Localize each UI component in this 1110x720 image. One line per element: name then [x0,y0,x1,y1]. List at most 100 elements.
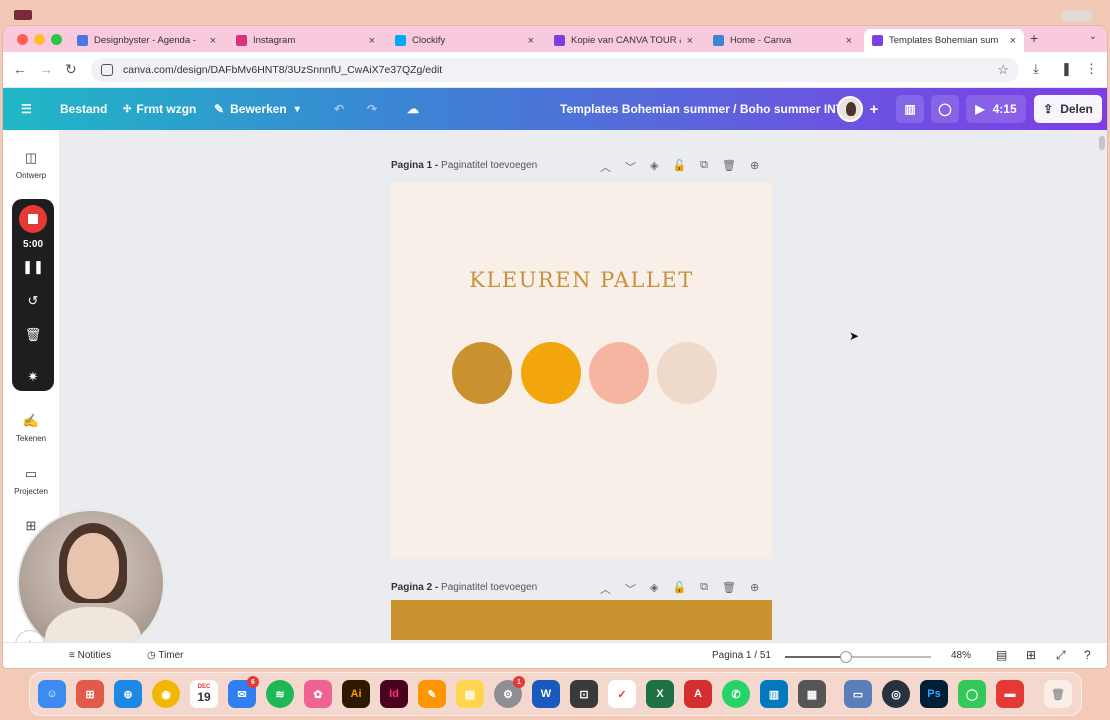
lock-icon[interactable]: 🔓 [672,159,686,175]
site-settings-icon[interactable] [101,64,113,76]
tab-close-icon[interactable]: × [846,35,852,47]
tab-close-icon[interactable]: × [210,35,216,47]
photoshop-icon[interactable]: Ps [920,680,948,708]
word-icon[interactable]: W [532,680,560,708]
download-icon[interactable]: ⤓ [1033,61,1039,77]
duplicate-icon[interactable]: ⧉ [700,581,708,597]
restart-icon[interactable]: ↺ [12,293,54,309]
back-arrow-icon[interactable]: ← [13,61,27,77]
new-tab-button[interactable]: + [1030,30,1038,46]
timer-button[interactable]: ◷ Timer [147,650,184,661]
page-indicator[interactable]: Pagina 1 / 51 [712,650,771,661]
chrome-icon[interactable]: ◉ [152,680,180,708]
tab-search-chevron-icon[interactable]: ⌄ [1089,31,1097,42]
notes-button[interactable]: ≡ Notities [69,650,111,661]
photos-icon[interactable]: ✿ [304,680,332,708]
chevron-up-icon[interactable]: ︿ [600,581,611,597]
color-swatch-2[interactable] [521,342,581,404]
close-window-button[interactable] [17,34,28,45]
pages-view-icon[interactable]: ▤ [996,648,1007,662]
more-menu-icon[interactable]: ⋮ [1085,61,1098,77]
chevron-down-icon[interactable]: ﹀ [625,159,636,175]
help-icon[interactable]: ? [1084,648,1091,662]
zoom-slider-thumb[interactable] [840,651,853,663]
forward-arrow-icon[interactable]: → [39,61,53,77]
pages-icon[interactable]: ✎ [418,680,446,708]
resize-button[interactable]: ✣ Frmt wzgn [123,88,196,130]
hamburger-menu-icon[interactable]: ☰ [21,88,32,130]
lock-icon[interactable]: 🔓 [672,581,686,597]
tab-close-icon[interactable]: × [687,35,693,47]
tab-clockify[interactable]: Clockify × [387,29,542,52]
mail-icon[interactable]: ✉ 6 [228,676,259,708]
present-button[interactable]: ▶ 4:15 [966,95,1026,123]
redo-icon[interactable]: ↷ [367,88,377,130]
calendar-icon[interactable]: DEC 19 [190,680,218,708]
messages-icon[interactable]: ◯ [958,680,986,708]
share-button[interactable]: ⇪ Delen [1034,95,1102,123]
document-title[interactable]: Templates Bohemian summer / Boho summer … [560,88,853,130]
bookmark-star-icon[interactable]: ☆ [997,62,1009,78]
excel-icon[interactable]: X [646,680,674,708]
monday-icon[interactable]: ✓ [608,680,636,708]
edit-menu-button[interactable]: ✎ Bewerken ▾ [214,88,300,130]
trash-icon[interactable]: 🗑 [12,327,54,343]
fullscreen-icon[interactable]: ⤢ [1056,648,1066,663]
screen-recorder-app-icon[interactable]: ◎ [882,680,910,708]
color-swatch-1[interactable] [452,342,512,404]
reload-icon[interactable]: ↻ [65,61,77,78]
system-settings-icon[interactable]: ⚙ 1 [494,676,525,708]
grid-view-icon[interactable]: ⊞ [1026,648,1036,662]
page-2-label[interactable]: Pagina 2 - Paginatitel toevoegen [391,582,537,593]
zoom-percent[interactable]: 48% [951,650,971,661]
calculator-icon[interactable]: ▦ [798,680,826,708]
tab-designbyster[interactable]: Designbyster - Agenda - × [69,29,224,52]
whatsapp-icon[interactable]: ✆ [722,680,750,708]
pause-icon[interactable]: ❚❚ [12,259,54,275]
delete-icon[interactable]: 🗑 [722,159,736,175]
tab-close-icon[interactable]: × [528,35,534,47]
trash-bin-icon[interactable]: 🗑 [1044,680,1072,708]
page-1-label[interactable]: Pagina 1 - Paginatitel toevoegen [391,160,537,171]
tab-close-icon[interactable]: × [369,35,375,47]
undo-icon[interactable]: ↶ [334,88,344,130]
minimize-window-button[interactable] [34,34,45,45]
sidebar-item-draw[interactable]: ✍ Tekenen [3,413,59,443]
add-collaborator-button[interactable]: + [865,95,883,123]
effects-icon[interactable]: ✷ [12,369,54,385]
sidebar-item-projects[interactable]: ▭ Projecten [3,466,59,496]
tab-close-icon[interactable]: × [1010,35,1016,47]
spotify-icon[interactable]: ≋ [266,680,294,708]
add-page-icon[interactable]: ⊕ [750,581,759,597]
launchpad-icon[interactable]: ⊞ [76,680,104,708]
screenshot-icon[interactable]: ⊡ [570,680,598,708]
analytics-icon[interactable]: ▥ [896,95,924,123]
vertical-scrollbar[interactable] [1099,136,1105,150]
extension-icon[interactable]: ❚ [1061,61,1072,77]
hide-eye-icon[interactable]: ◈ [650,581,658,597]
tab-instagram[interactable]: Instagram × [228,29,383,52]
color-swatch-3[interactable] [589,342,649,404]
zoom-window-button[interactable] [51,34,62,45]
hide-eye-icon[interactable]: ◈ [650,159,658,175]
avatar[interactable] [837,96,863,122]
indesign-icon[interactable]: Id [380,680,408,708]
url-input[interactable]: canva.com/design/DAFbMv6HNT8/3UzSnnnfU_C… [91,58,1019,82]
tab-home-canva[interactable]: Home - Canva × [705,29,860,52]
chevron-down-icon[interactable]: ﹀ [625,581,636,597]
delete-icon[interactable]: 🗑 [722,581,736,597]
tab-templates-bohemian[interactable]: Templates Bohemian sum × [864,29,1024,52]
chevron-up-icon[interactable]: ︿ [600,159,611,175]
app-icon-red[interactable]: ▬ [996,680,1024,708]
illustrator-icon[interactable]: Ai [342,680,370,708]
duplicate-icon[interactable]: ⧉ [700,159,708,175]
sidebar-item-design[interactable]: ◫ Ontwerp [3,150,59,180]
comment-icon[interactable]: ◯ [931,95,959,123]
trello-icon[interactable]: ▥ [760,680,788,708]
design-page-2[interactable] [391,600,772,640]
preview-icon[interactable]: ▭ [844,680,872,708]
acrobat-icon[interactable]: A [684,680,712,708]
color-swatch-4[interactable] [657,342,717,404]
add-page-icon[interactable]: ⊕ [750,159,759,175]
palette-heading[interactable]: KLEUREN PALLET [391,268,772,292]
